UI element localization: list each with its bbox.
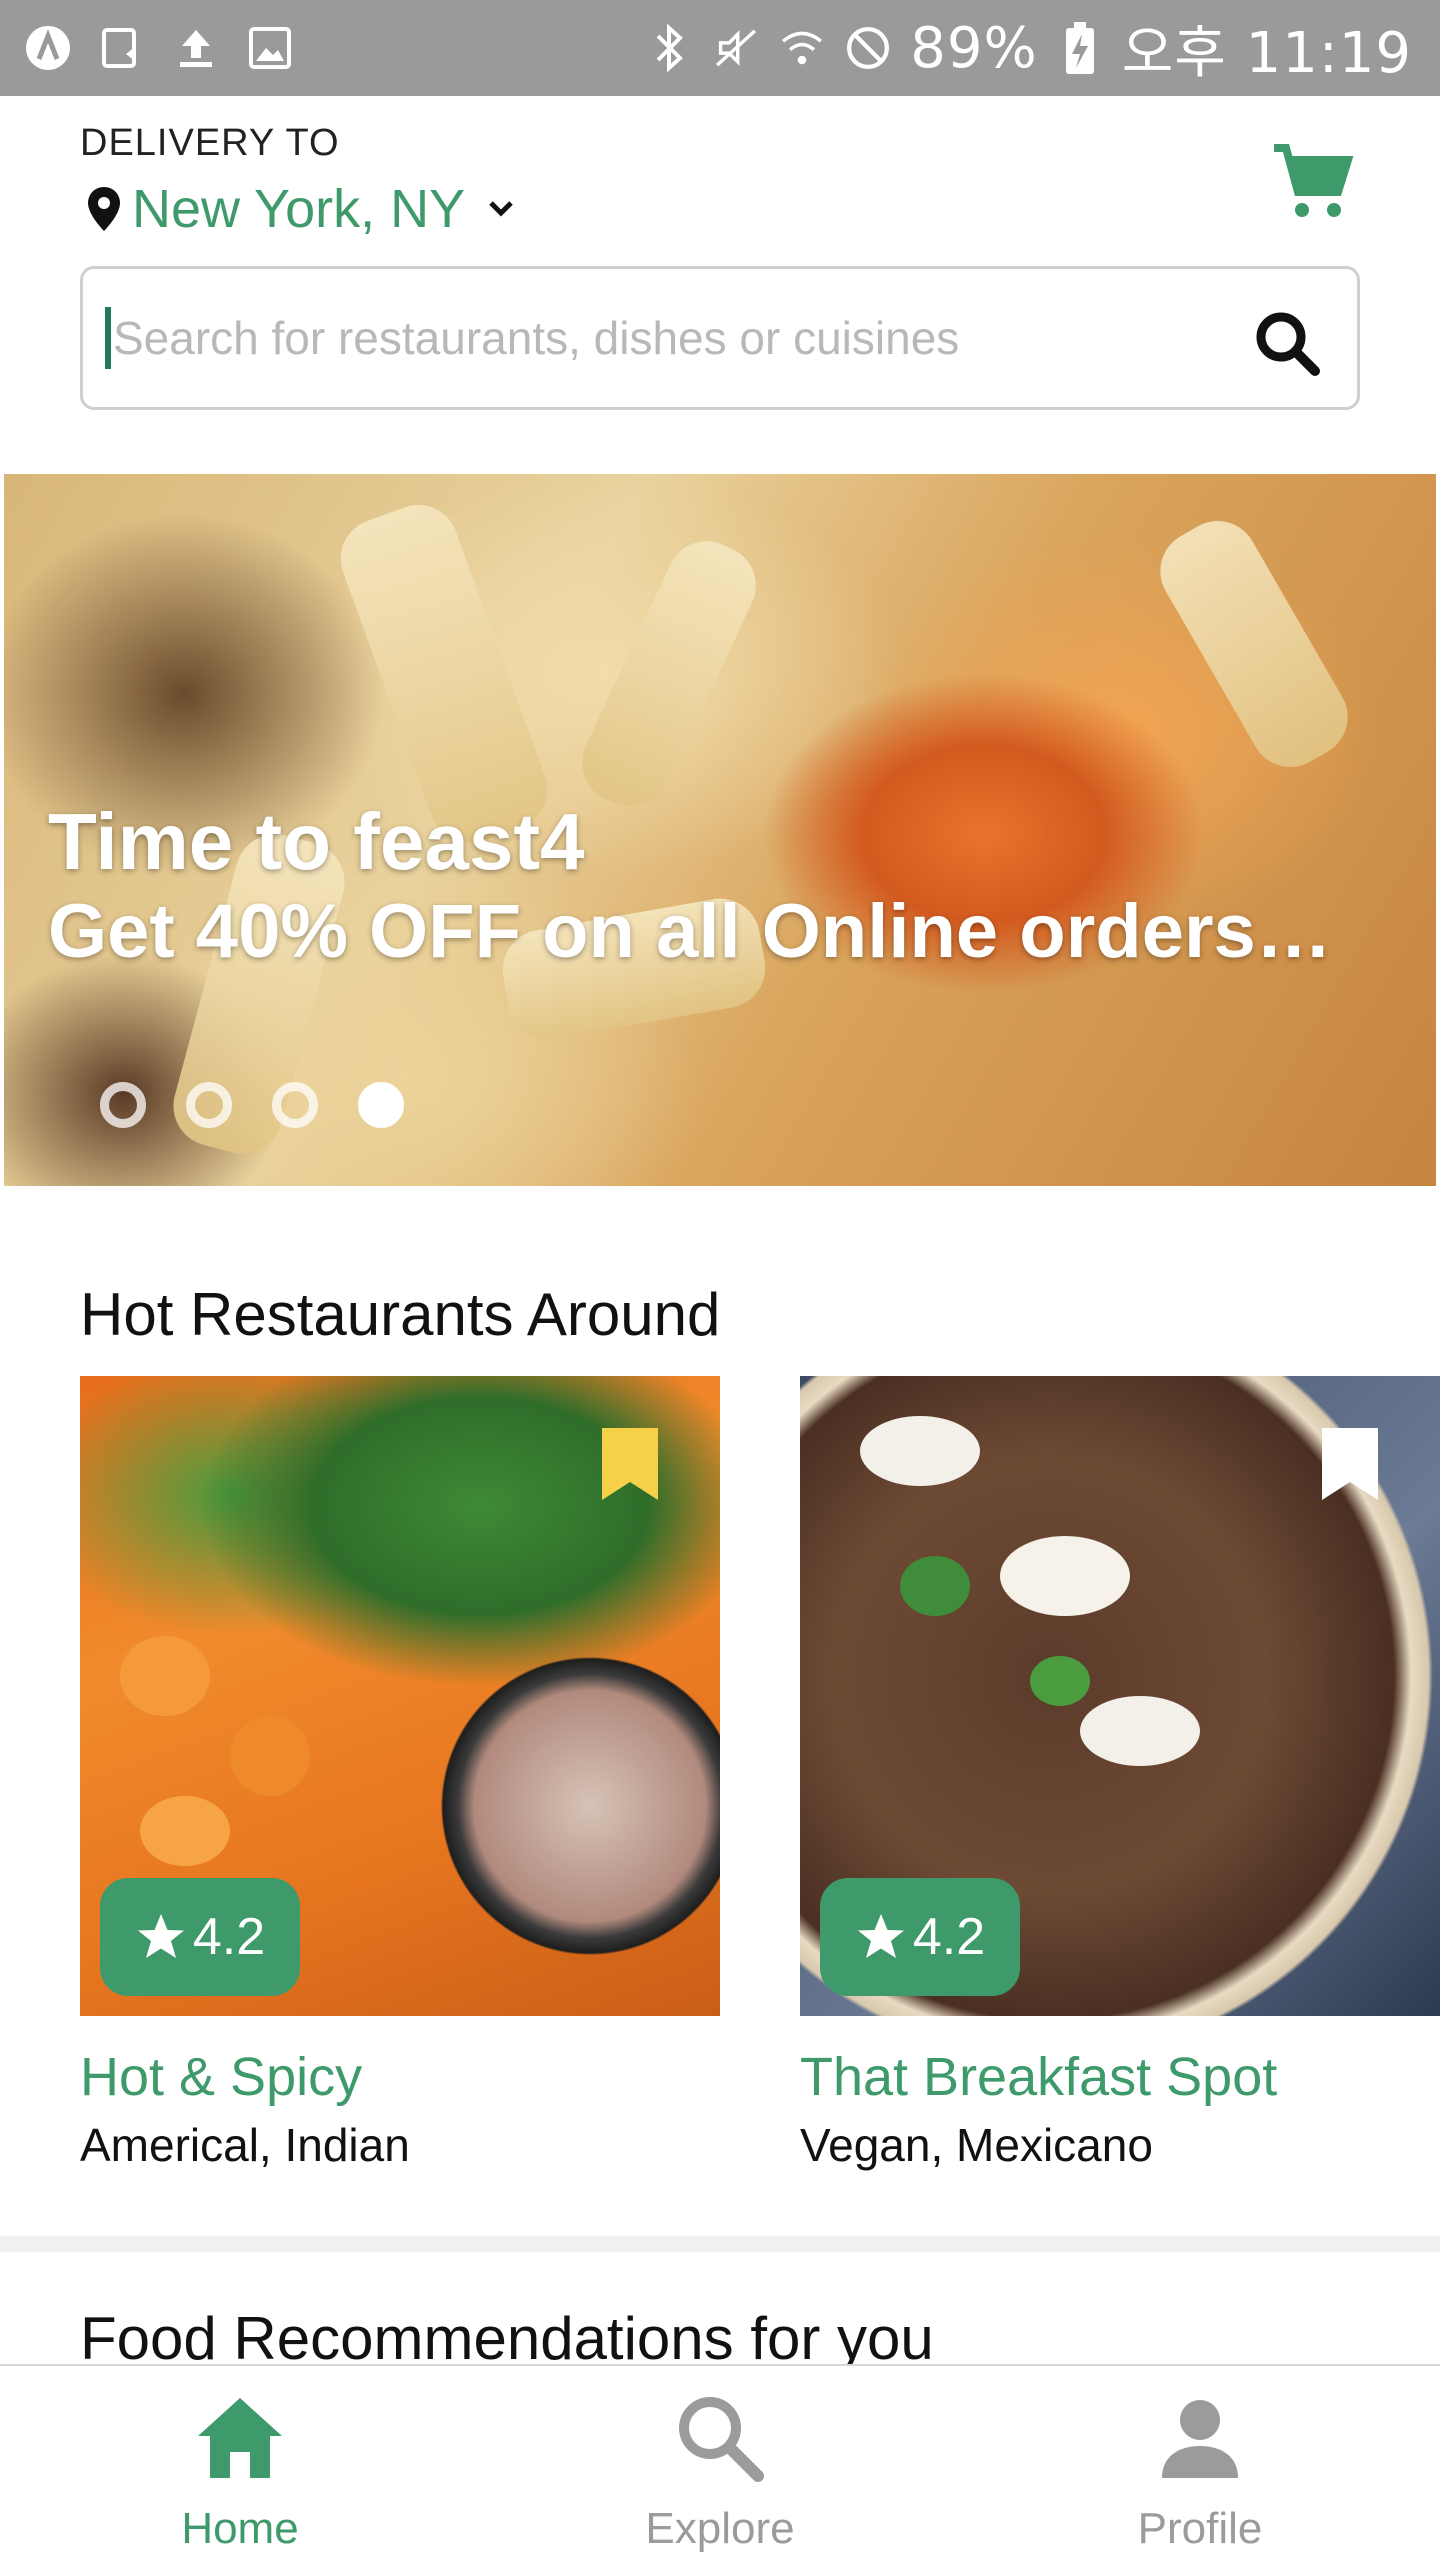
bookmark-icon[interactable] (1320, 1426, 1380, 1502)
bluetooth-icon (646, 23, 694, 73)
banner-decoration (1145, 506, 1363, 782)
app-notification-icon (24, 24, 72, 72)
bookmark-icon[interactable] (600, 1426, 660, 1502)
nav-label: Explore (645, 2504, 795, 2553)
chevron-down-icon (489, 201, 513, 217)
carousel-dot[interactable] (100, 1082, 146, 1128)
cart-icon[interactable] (1270, 140, 1354, 224)
section-title-recommendations: Food Recommendations for you (80, 2305, 934, 2372)
restaurant-cuisine: Americal, Indian (80, 2119, 410, 2171)
battery-percent: 89% (910, 15, 1038, 81)
restaurant-card[interactable]: 4.2 That Breakfast Spot Vegan, Mexicano (800, 1376, 1440, 2172)
search-bar[interactable] (80, 266, 1360, 410)
rating-badge: 4.2 (820, 1878, 1020, 1996)
food-decoration (900, 1556, 970, 1616)
person-icon (1162, 2400, 1238, 2478)
food-decoration (1080, 1696, 1200, 1766)
mute-icon (712, 24, 760, 72)
delivery-to-label: DELIVERY TO (80, 122, 340, 164)
food-decoration (140, 1796, 230, 1866)
bottom-navigation: Home Explore Profile (0, 2364, 1440, 2560)
location-selector[interactable]: New York, NY (84, 178, 519, 240)
section-divider (0, 2236, 1440, 2252)
carousel-indicators (100, 1082, 404, 1128)
search-icon[interactable] (1253, 309, 1321, 377)
location-name: New York, NY (132, 179, 466, 239)
banner-decoration (569, 528, 769, 820)
status-bar: 89% 오후 11:19 (0, 0, 1440, 96)
search-icon (679, 2397, 764, 2482)
nav-item-explore[interactable]: Explore (570, 2366, 870, 2560)
restaurant-name[interactable]: Hot & Spicy (80, 2046, 720, 2108)
upload-icon (172, 24, 220, 72)
do-not-disturb-icon (844, 24, 892, 72)
carousel-dot[interactable] (272, 1082, 318, 1128)
food-decoration (1030, 1656, 1090, 1706)
home-icon (198, 2398, 282, 2478)
restaurant-image: 4.2 (800, 1376, 1440, 2016)
image-icon (246, 24, 294, 72)
nav-item-profile[interactable]: Profile (1050, 2366, 1350, 2560)
nav-label: Profile (1137, 2504, 1263, 2553)
star-icon (137, 1914, 184, 1958)
restaurant-name[interactable]: That Breakfast Spot (800, 2046, 1440, 2108)
rating-value: 4.2 (912, 1908, 986, 1966)
wifi-icon (778, 24, 826, 72)
battery-charging-icon (1056, 22, 1104, 74)
star-icon (857, 1914, 904, 1958)
carousel-dot[interactable] (186, 1082, 232, 1128)
rating-value: 4.2 (192, 1908, 266, 1966)
banner-title: Time to feast4 (48, 797, 585, 886)
location-pin-icon (88, 187, 120, 231)
restaurant-image: 4.2 (80, 1376, 720, 2016)
screen-share-icon (98, 24, 146, 72)
food-decoration (1000, 1536, 1130, 1616)
clock: 오후 11:19 (1121, 20, 1412, 86)
rating-badge: 4.2 (100, 1878, 300, 1996)
section-title-hot-restaurants: Hot Restaurants Around (80, 1281, 721, 1348)
restaurant-card[interactable]: 4.2 Hot & Spicy Americal, Indian (80, 1376, 720, 2172)
nav-item-home[interactable]: Home (90, 2366, 390, 2560)
carousel-dot-active[interactable] (358, 1082, 404, 1128)
banner-subtitle: Get 40% OFF on all Online orders… (48, 889, 1332, 974)
food-decoration (120, 1636, 210, 1716)
promo-banner[interactable]: Time to feast4 Get 40% OFF on all Online… (4, 474, 1436, 1186)
food-decoration (860, 1416, 980, 1486)
search-input[interactable] (113, 311, 1213, 365)
text-cursor (105, 307, 111, 369)
food-decoration (230, 1716, 310, 1796)
restaurant-cuisine: Vegan, Mexicano (800, 2119, 1153, 2171)
nav-label: Home (181, 2504, 299, 2553)
